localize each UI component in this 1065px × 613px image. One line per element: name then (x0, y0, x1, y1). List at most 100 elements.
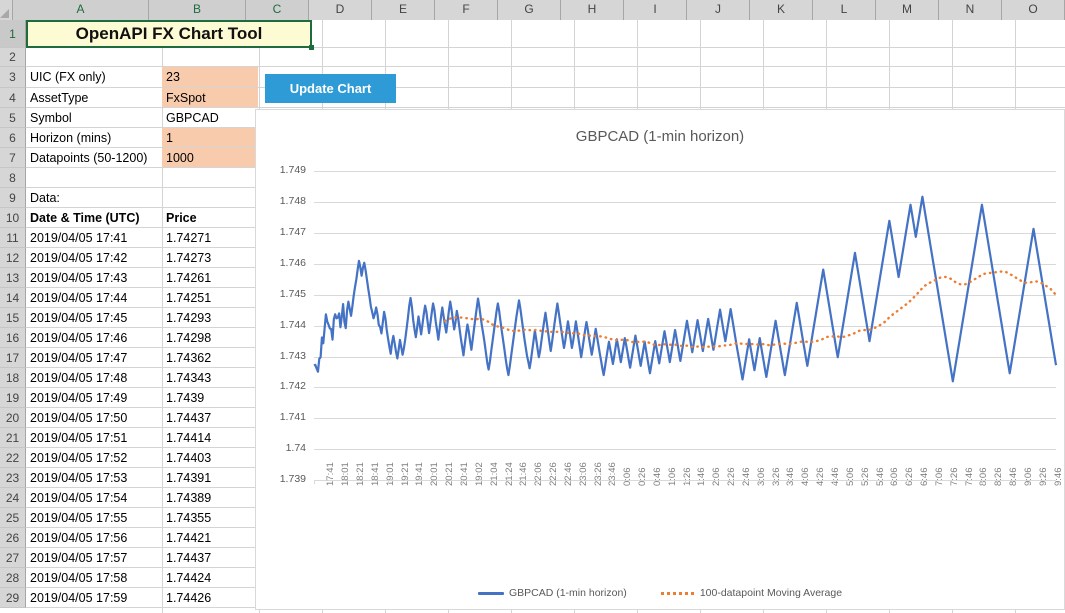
legend-item-moving-average[interactable]: 100-datapoint Moving Average (661, 587, 842, 599)
table-cell-price[interactable]: 1.74251 (162, 288, 258, 307)
row-header-20[interactable]: 20 (0, 408, 26, 428)
table-cell-price[interactable]: 1.7439 (162, 388, 258, 407)
param-value-4[interactable]: 1000 (162, 148, 258, 167)
table-cell-datetime[interactable]: 2019/04/05 17:59 (26, 588, 161, 607)
column-header-n[interactable]: N (939, 0, 1002, 20)
table-cell-datetime[interactable]: 2019/04/05 17:57 (26, 548, 161, 567)
table-cell-datetime[interactable]: 2019/04/05 17:43 (26, 268, 161, 287)
row-header-26[interactable]: 26 (0, 528, 26, 548)
table-cell-datetime[interactable]: 2019/04/05 17:44 (26, 288, 161, 307)
row-header-13[interactable]: 13 (0, 268, 26, 288)
column-header-j[interactable]: J (687, 0, 750, 20)
table-cell-datetime[interactable]: 2019/04/05 17:48 (26, 368, 161, 387)
table-cell-datetime[interactable]: 2019/04/05 17:51 (26, 428, 161, 447)
param-label-0[interactable]: UIC (FX only) (26, 67, 161, 87)
row-header-15[interactable]: 15 (0, 308, 26, 328)
row-header-22[interactable]: 22 (0, 448, 26, 468)
cell-grid[interactable]: OpenAPI FX Chart Tool UIC (FX only)23Ass… (26, 20, 1065, 613)
table-header-price[interactable]: Price (162, 208, 258, 227)
column-header-i[interactable]: I (624, 0, 687, 20)
param-value-1[interactable]: FxSpot (162, 88, 258, 107)
table-cell-price[interactable]: 1.74426 (162, 588, 258, 607)
row-header-24[interactable]: 24 (0, 488, 26, 508)
table-cell-datetime[interactable]: 2019/04/05 17:46 (26, 328, 161, 347)
param-label-2[interactable]: Symbol (26, 108, 161, 127)
row-header-3[interactable]: 3 (0, 67, 26, 88)
row-header-21[interactable]: 21 (0, 428, 26, 448)
row-header-23[interactable]: 23 (0, 468, 26, 488)
fill-handle[interactable] (309, 45, 314, 50)
row-header-27[interactable]: 27 (0, 548, 26, 568)
row-header-18[interactable]: 18 (0, 368, 26, 388)
table-cell-price[interactable]: 1.74437 (162, 548, 258, 567)
param-value-0[interactable]: 23 (162, 67, 258, 87)
table-cell-datetime[interactable]: 2019/04/05 17:47 (26, 348, 161, 367)
table-cell-price[interactable]: 1.74362 (162, 348, 258, 367)
table-cell-datetime[interactable]: 2019/04/05 17:50 (26, 408, 161, 427)
table-cell-datetime[interactable]: 2019/04/05 17:45 (26, 308, 161, 327)
legend-item-price[interactable]: GBPCAD (1-min horizon) (478, 587, 627, 599)
column-header-a[interactable]: A (13, 0, 149, 20)
table-header-datetime[interactable]: Date & Time (UTC) (26, 208, 161, 227)
table-cell-price[interactable]: 1.74355 (162, 508, 258, 527)
table-cell-price[interactable]: 1.74271 (162, 228, 258, 247)
param-value-2[interactable]: GBPCAD (162, 108, 258, 127)
row-header-5[interactable]: 5 (0, 108, 26, 128)
column-header-e[interactable]: E (372, 0, 435, 20)
row-header-9[interactable]: 9 (0, 188, 26, 208)
table-cell-price[interactable]: 1.74343 (162, 368, 258, 387)
chart-object[interactable]: GBPCAD (1-min horizon) 1.7491.7481.7471.… (255, 109, 1065, 610)
table-cell-datetime[interactable]: 2019/04/05 17:52 (26, 448, 161, 467)
table-cell-price[interactable]: 1.74421 (162, 528, 258, 547)
param-label-3[interactable]: Horizon (mins) (26, 128, 161, 147)
row-header-8[interactable]: 8 (0, 168, 26, 188)
row-header-19[interactable]: 19 (0, 388, 26, 408)
row-header-6[interactable]: 6 (0, 128, 26, 148)
row-header-10[interactable]: 10 (0, 208, 26, 228)
table-cell-datetime[interactable]: 2019/04/05 17:53 (26, 468, 161, 487)
table-cell-price[interactable]: 1.74273 (162, 248, 258, 267)
row-header-29[interactable]: 29 (0, 588, 26, 608)
column-header-b[interactable]: B (149, 0, 246, 20)
param-label-4[interactable]: Datapoints (50-1200) (26, 148, 161, 167)
table-cell-datetime[interactable]: 2019/04/05 17:54 (26, 488, 161, 507)
column-header-l[interactable]: L (813, 0, 876, 20)
row-header-7[interactable]: 7 (0, 148, 26, 168)
table-cell-datetime[interactable]: 2019/04/05 17:42 (26, 248, 161, 267)
column-header-k[interactable]: K (750, 0, 813, 20)
param-value-3[interactable]: 1 (162, 128, 258, 147)
table-cell-datetime[interactable]: 2019/04/05 17:56 (26, 528, 161, 547)
data-section-label[interactable]: Data: (26, 188, 161, 207)
select-all-corner[interactable] (0, 0, 13, 20)
column-header-f[interactable]: F (435, 0, 498, 20)
table-cell-price[interactable]: 1.74414 (162, 428, 258, 447)
row-header-14[interactable]: 14 (0, 288, 26, 308)
table-cell-price[interactable]: 1.74424 (162, 568, 258, 587)
table-cell-datetime[interactable]: 2019/04/05 17:49 (26, 388, 161, 407)
column-header-m[interactable]: M (876, 0, 939, 20)
row-header-12[interactable]: 12 (0, 248, 26, 268)
table-cell-datetime[interactable]: 2019/04/05 17:58 (26, 568, 161, 587)
row-header-4[interactable]: 4 (0, 88, 26, 108)
table-cell-price[interactable]: 1.74298 (162, 328, 258, 347)
table-cell-price[interactable]: 1.74389 (162, 488, 258, 507)
table-cell-price[interactable]: 1.74293 (162, 308, 258, 327)
column-header-c[interactable]: C (246, 0, 309, 20)
title-cell[interactable]: OpenAPI FX Chart Tool (26, 20, 312, 48)
row-header-17[interactable]: 17 (0, 348, 26, 368)
table-cell-price[interactable]: 1.74261 (162, 268, 258, 287)
row-header-1[interactable]: 1 (0, 20, 26, 48)
table-cell-price[interactable]: 1.74403 (162, 448, 258, 467)
table-cell-price[interactable]: 1.74437 (162, 408, 258, 427)
table-cell-datetime[interactable]: 2019/04/05 17:41 (26, 228, 161, 247)
row-header-25[interactable]: 25 (0, 508, 26, 528)
update-chart-button[interactable]: Update Chart (265, 74, 396, 103)
row-header-28[interactable]: 28 (0, 568, 26, 588)
column-header-h[interactable]: H (561, 0, 624, 20)
column-header-o[interactable]: O (1002, 0, 1065, 20)
row-header-11[interactable]: 11 (0, 228, 26, 248)
param-label-1[interactable]: AssetType (26, 88, 161, 107)
table-cell-datetime[interactable]: 2019/04/05 17:55 (26, 508, 161, 527)
row-header-2[interactable]: 2 (0, 48, 26, 67)
column-header-g[interactable]: G (498, 0, 561, 20)
